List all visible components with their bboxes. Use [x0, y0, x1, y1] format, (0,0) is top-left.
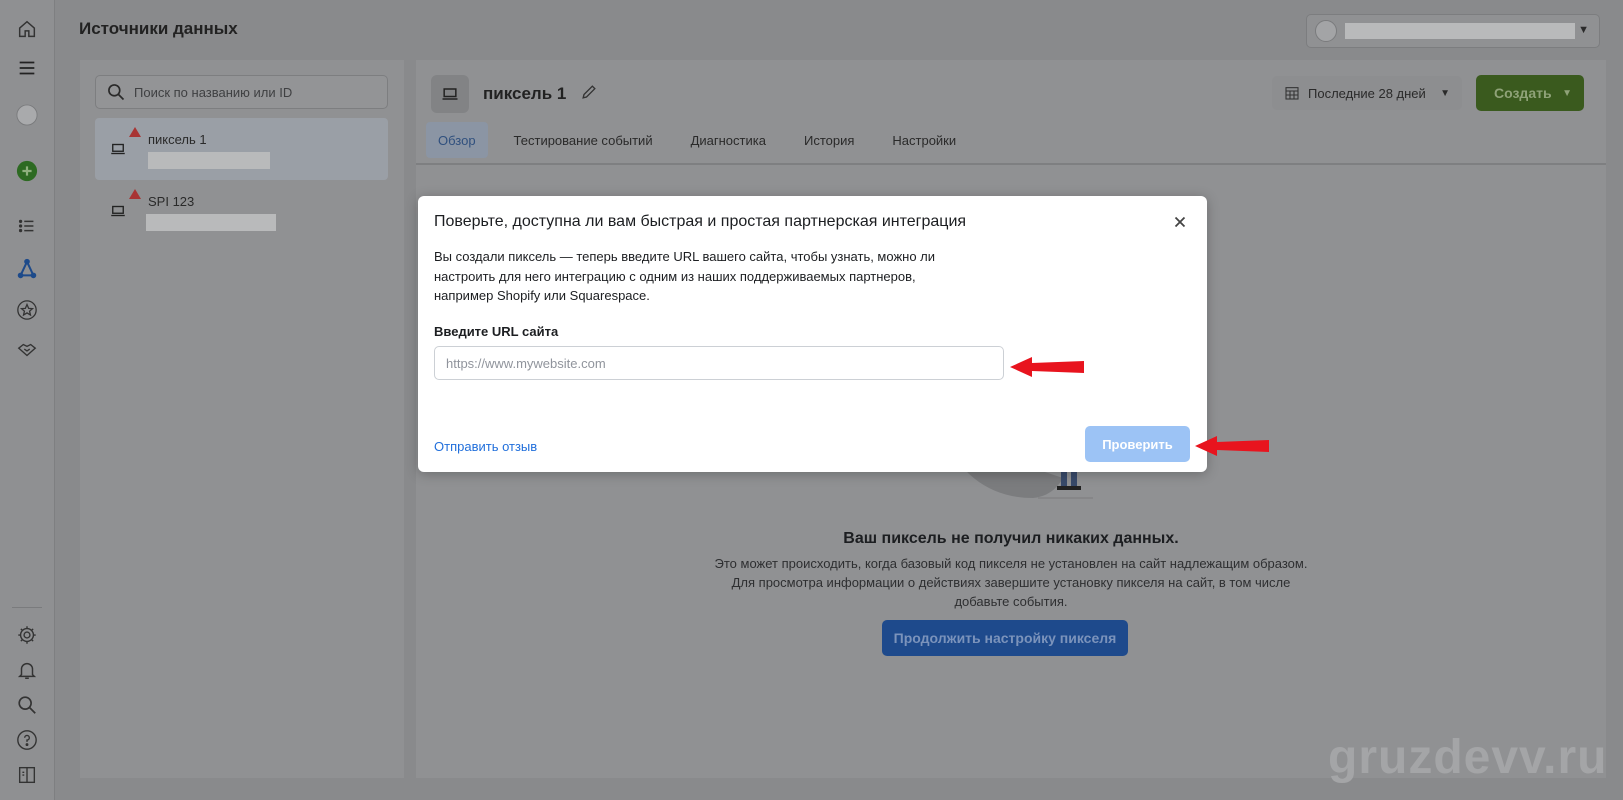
pixel-title: пиксель 1: [483, 84, 567, 103]
search-box[interactable]: [95, 75, 388, 109]
account-selector[interactable]: ▼: [1306, 14, 1600, 48]
tab-settings[interactable]: Настройки: [880, 122, 968, 158]
chevron-down-icon: ▼: [1578, 24, 1589, 36]
pixel-name: SPI 123: [148, 194, 195, 209]
monitor-icon: [431, 75, 469, 113]
search-icon: [108, 84, 125, 101]
help-icon[interactable]: [14, 727, 40, 753]
tab-divider: [416, 163, 1606, 165]
send-feedback-link[interactable]: Отправить отзыв: [434, 439, 537, 454]
events-manager-icon[interactable]: [14, 256, 40, 282]
search-icon[interactable]: [14, 692, 40, 718]
create-button[interactable]: Создать ▼: [1476, 75, 1584, 111]
tab-diagnostics[interactable]: Диагностика: [679, 122, 778, 158]
pixel-list-item[interactable]: SPI 123: [95, 180, 388, 242]
chevron-down-icon: ▼: [1440, 87, 1450, 99]
search-input[interactable]: [134, 84, 374, 100]
annotation-arrow-icon: [1010, 357, 1084, 377]
home-icon[interactable]: [14, 16, 40, 42]
pixel-list-item[interactable]: пиксель 1: [95, 118, 388, 180]
verify-button[interactable]: Проверить: [1085, 426, 1190, 462]
tab-overview[interactable]: Обзор: [426, 122, 488, 158]
pencil-icon[interactable]: [579, 82, 599, 102]
tab-bar: Обзор Тестирование событий Диагностика И…: [426, 122, 982, 160]
warning-icon: [129, 127, 141, 137]
dialog-description: Вы создали пиксель — теперь введите URL …: [434, 249, 936, 303]
date-range-label: Последние 28 дней: [1308, 85, 1426, 101]
bell-icon[interactable]: [14, 657, 40, 683]
data-sources-panel: пиксель 1 SPI 123: [80, 60, 404, 778]
chevron-down-icon: ▼: [1562, 87, 1572, 99]
handshake-icon[interactable]: [14, 337, 40, 363]
create-label: Создать: [1494, 85, 1552, 101]
pixel-id-redacted: [146, 214, 276, 231]
star-icon[interactable]: [14, 297, 40, 323]
partner-integration-dialog: Поверьте, доступна ли вам быстрая и прос…: [418, 196, 1207, 472]
annotation-arrow-icon: [1195, 436, 1269, 456]
url-field-label: Введите URL сайта: [434, 324, 559, 339]
left-nav-rail: [0, 0, 55, 800]
menu-icon[interactable]: [14, 55, 40, 81]
date-range-button[interactable]: Последние 28 дней ▼: [1272, 76, 1462, 110]
tab-history[interactable]: История: [792, 122, 866, 158]
empty-state-description: Это может происходить, когда базовый код…: [714, 556, 1308, 609]
calendar-icon: [1285, 87, 1299, 100]
empty-state-title: Ваш пиксель не получил никаких данных.: [843, 530, 1179, 547]
close-icon[interactable]: [1170, 212, 1190, 232]
watermark-text: gruzdevv.ru: [1328, 731, 1608, 784]
account-name-redacted: [1345, 23, 1575, 39]
add-icon[interactable]: [14, 158, 40, 184]
monitor-icon: [107, 138, 129, 160]
account-avatar: [1315, 20, 1337, 42]
pixel-name: пиксель 1: [148, 132, 207, 147]
sidebar-icon[interactable]: [14, 762, 40, 788]
monitor-icon: [107, 200, 129, 222]
pixel-id-redacted: [148, 152, 270, 169]
rail-divider: [12, 607, 42, 608]
warning-icon: [129, 189, 141, 199]
tab-test-events[interactable]: Тестирование событий: [502, 122, 665, 158]
list-icon[interactable]: [14, 213, 40, 239]
dialog-title: Поверьте, доступна ли вам быстрая и прос…: [434, 213, 967, 230]
continue-setup-button[interactable]: Продолжить настройку пикселя: [882, 620, 1128, 656]
page-title: Источники данных: [79, 19, 238, 38]
account-avatar-icon[interactable]: [14, 102, 40, 128]
gear-icon[interactable]: [14, 622, 40, 648]
website-url-input[interactable]: [434, 346, 1004, 380]
